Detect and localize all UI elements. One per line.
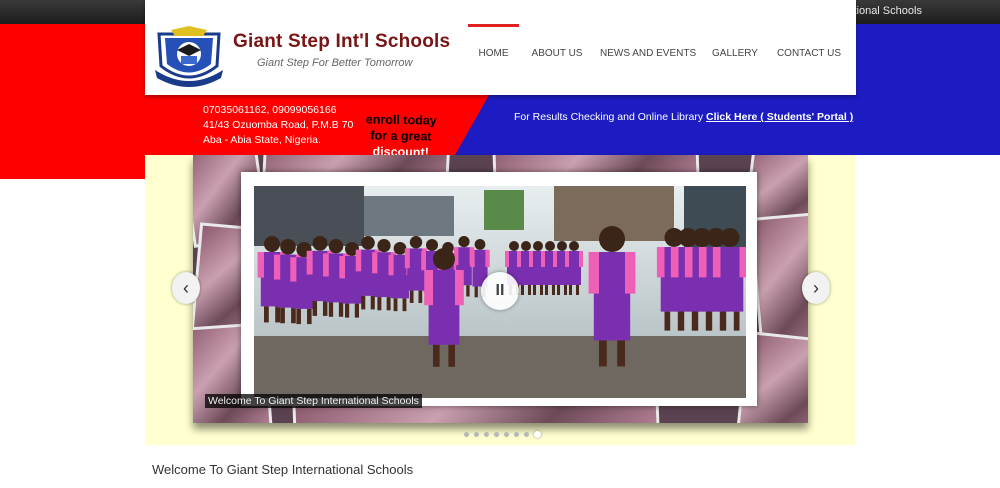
welcome-heading: Welcome To Giant Step International Scho… xyxy=(152,462,414,477)
contact-phones: 07035061162, 09099056166 xyxy=(203,104,337,116)
nav-contact-us[interactable]: CONTACT US xyxy=(775,24,843,72)
site-header: Giant Step Int'l Schools Giant Step For … xyxy=(145,0,856,95)
contact-address-line2: Aba - Abia State, Nigeria. xyxy=(203,134,321,146)
contact-info: 07035061162, 09099056166 41/43 Ozuomba R… xyxy=(203,103,353,148)
portal-text: For Results Checking and Online Library xyxy=(514,111,704,123)
slider-pagination xyxy=(464,426,546,439)
promo-line-2: for a great xyxy=(370,128,432,144)
blue-portal-band xyxy=(455,95,856,155)
nav-news-and-events[interactable]: NEWS AND EVENTS xyxy=(600,24,696,72)
chevron-left-icon[interactable]: ‹ xyxy=(172,272,200,304)
enroll-promo: enroll today for a great discount! xyxy=(355,111,448,161)
blue-band-right xyxy=(856,24,1000,155)
contact-address-line1: 41/43 Ozuomba Road, P.M.B 70 xyxy=(203,119,354,131)
school-name[interactable]: Giant Step Int'l Schools xyxy=(233,31,450,53)
portal-notice: For Results Checking and Online Library … xyxy=(514,111,853,123)
red-band-left xyxy=(0,24,145,179)
promo-line-1: enroll today xyxy=(365,112,437,128)
slide-caption: Welcome To Giant Step International Scho… xyxy=(205,394,422,408)
nav-gallery[interactable]: GALLERY xyxy=(709,24,761,72)
school-tagline: Giant Step For Better Tomorrow xyxy=(257,57,413,69)
chevron-right-icon[interactable]: › xyxy=(802,272,830,304)
nav-about-us[interactable]: ABOUT US xyxy=(529,24,585,72)
marquee-text: Welcome To Giant Step International Scho… xyxy=(856,5,922,17)
pause-icon[interactable]: II xyxy=(481,272,519,310)
students-portal-link[interactable]: Click Here ( Students' Portal ) xyxy=(706,111,853,123)
crest-logo-icon[interactable] xyxy=(151,26,227,90)
marquee-container: Welcome To Giant Step International Scho… xyxy=(856,0,1000,24)
nav-home[interactable]: HOME xyxy=(468,24,519,75)
